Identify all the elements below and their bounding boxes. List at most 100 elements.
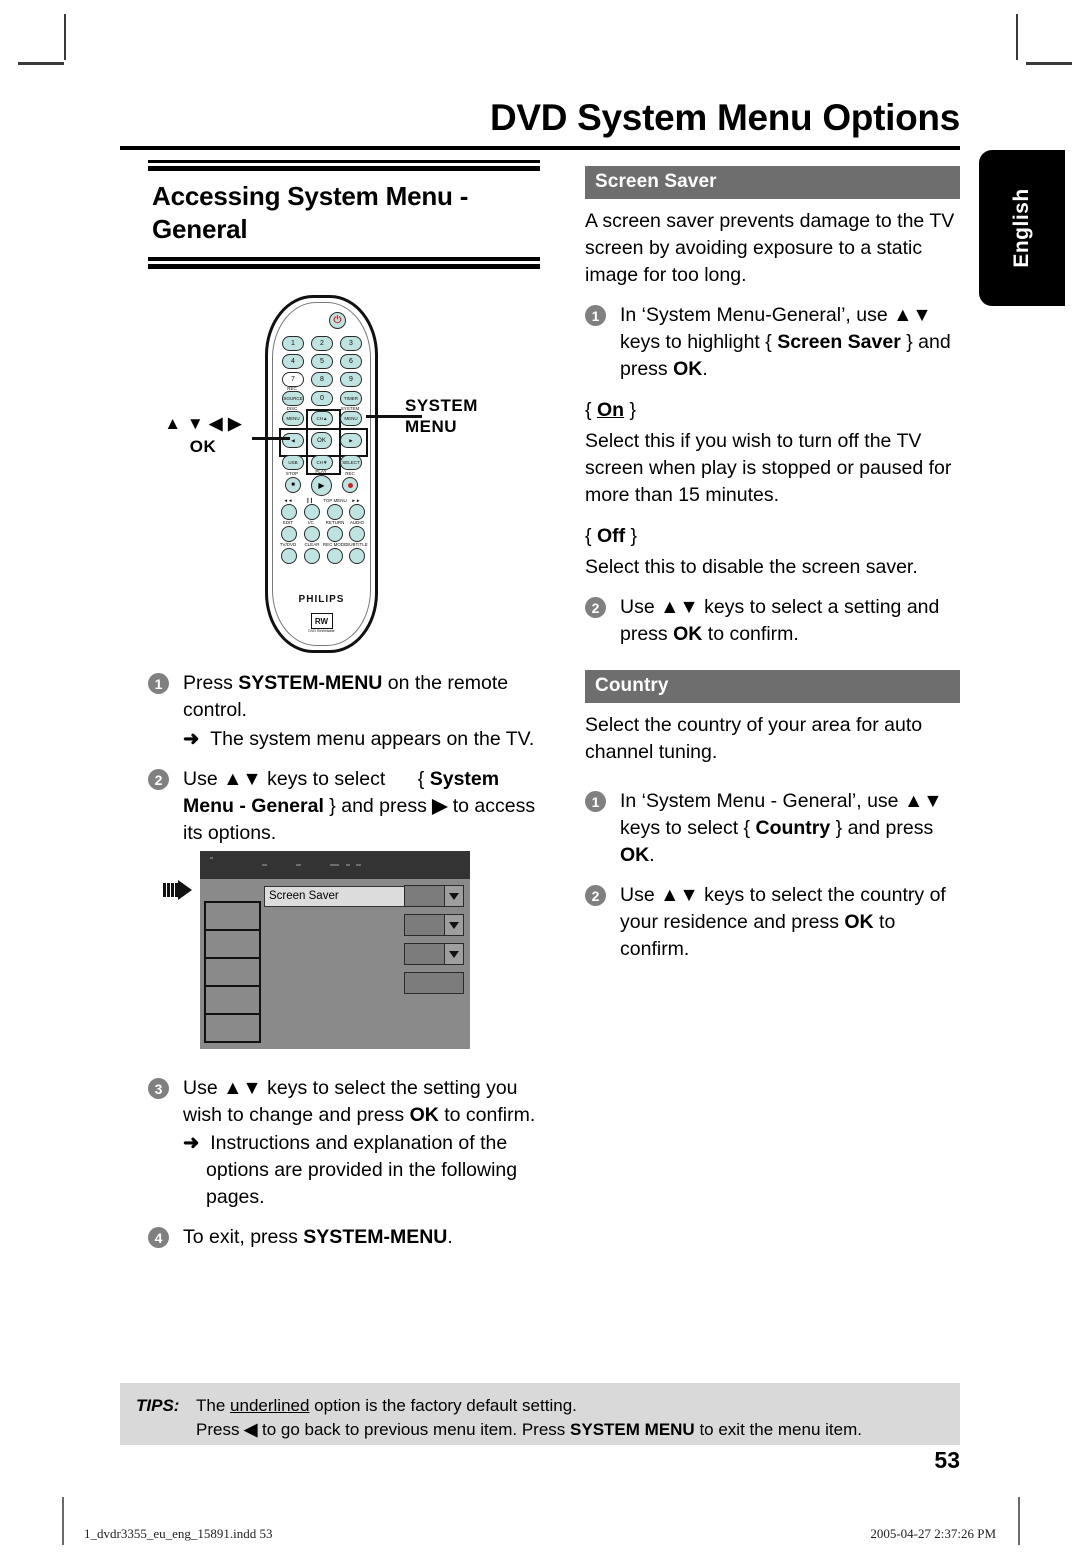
- step-2-number: 2: [148, 769, 169, 790]
- remote-key-right: ▶: [340, 433, 362, 448]
- tv-menu-field-4: [404, 972, 464, 994]
- callout-ok-label: OK: [189, 437, 217, 456]
- remote-key-9: 9: [340, 372, 362, 387]
- tv-menu-dropdown-2: [404, 914, 464, 936]
- step-2: 2 Use ▲▼ keys to select { System Menu - …: [148, 766, 540, 847]
- country-step-2: 2 Use ▲▼ keys to select the country of y…: [585, 882, 960, 963]
- remote-key-6: 6: [340, 354, 362, 369]
- step-4-text: To exit, press SYSTEM-MENU.: [183, 1226, 453, 1248]
- tv-menu-dropdown-1: [404, 885, 464, 907]
- brand-logo: PHILIPS: [298, 594, 345, 605]
- edit-key-label: EDIT: [282, 520, 294, 525]
- audio-key-label: AUDIO: [349, 520, 365, 525]
- remote-key-select: SELECT: [340, 455, 362, 470]
- screen-saver-step-1-number: 1: [585, 305, 606, 326]
- tv-menu-titlebar: [200, 851, 470, 879]
- dvd-rw-logo-sublabel: DVD ReWritable: [308, 629, 335, 633]
- tips-line-2: Press ◀ to go back to previous menu item…: [196, 1420, 862, 1439]
- remote-key-3: 3: [340, 336, 362, 351]
- screen-saver-option-on-label: { On }: [585, 399, 636, 421]
- screen-saver-step-2: 2 Use ▲▼ keys to select a setting and pr…: [585, 594, 960, 648]
- remote-key-play: ▶: [311, 475, 332, 496]
- manual-page: DVD System Menu Options English Accessin…: [0, 0, 1080, 1558]
- rec-key-label: REC: [345, 471, 355, 476]
- remote-key-subtitle: [349, 548, 365, 564]
- remote-key-return: [327, 526, 343, 542]
- tv-menu-sidebar-item-5: [204, 1013, 261, 1043]
- top-menu-key-label: TOP MENU: [323, 498, 347, 503]
- tv-menu-highlighted-row: Screen Saver: [264, 886, 418, 907]
- remote-key-ic: [304, 526, 320, 542]
- tvdvd-key-label: TV/DVD: [279, 542, 297, 547]
- crop-mark-top-right-vertical: [1016, 14, 1018, 60]
- tips-box: TIPS: The underlined option is the facto…: [120, 1383, 960, 1445]
- screen-saver-option-off-desc: Select this to disable the screen saver.: [585, 556, 918, 578]
- remote-key-source: SOURCE: [282, 391, 304, 406]
- left-steps-upper: 1 Press SYSTEM-MENU on the remote contro…: [148, 657, 540, 847]
- clear-key-label: CLEAR: [304, 542, 320, 547]
- remote-key-ch-down: CH▼: [311, 455, 333, 470]
- chevron-down-icon: [444, 944, 463, 964]
- footer-timestamp: 2005-04-27 2:37:26 PM: [870, 1526, 996, 1541]
- screen-saver-step-1: 1 In ‘System Menu-General’, use ▲▼ keys …: [585, 302, 960, 383]
- footer-rule-left: [62, 1497, 64, 1545]
- arrow-icon: ➜: [183, 728, 200, 750]
- country-intro: Select the country of your area for auto…: [585, 714, 923, 763]
- tips-line-1: The underlined option is the factory def…: [196, 1396, 577, 1415]
- remote-key-5: 5: [311, 354, 333, 369]
- tv-menu-sidebar-item-1: [204, 901, 261, 931]
- page-title: DVD System Menu Options: [489, 97, 960, 138]
- footer-filename: 1_dvdr3355_eu_eng_15891.indd 53: [84, 1526, 273, 1541]
- remote-key-top-menu: [327, 504, 343, 520]
- step-3: 3 Use ▲▼ keys to select the setting you …: [148, 1075, 540, 1211]
- step-1-text: Press SYSTEM-MENU on the remote control.: [183, 672, 509, 721]
- step-3-text: Use ▲▼ keys to select the setting you wi…: [183, 1077, 536, 1126]
- step-4-number: 4: [148, 1227, 169, 1248]
- remote-key-8: 8: [311, 372, 333, 387]
- country-step-1-text: In ‘System Menu - General’, use ▲▼ keys …: [620, 790, 943, 866]
- section-bar-screen-saver: Screen Saver: [585, 166, 960, 199]
- remote-key-4: 4: [282, 354, 304, 369]
- remote-key-rec-mode: [327, 548, 343, 564]
- heading-rule-top: [148, 160, 540, 171]
- subtitle-key-label: SUBTITLE: [346, 542, 368, 547]
- tv-menu-sidebar-item-2: [204, 929, 261, 959]
- crop-mark-top-right-horizontal: [1026, 62, 1072, 65]
- tv-menu-sidebar-item-3: [204, 957, 261, 987]
- section-heading: Accessing System Menu - General: [152, 181, 469, 245]
- country-step-1-number: 1: [585, 791, 606, 812]
- remote-key-1: 1: [282, 336, 304, 351]
- callout-nav-keys-label: ▲ ▼ ◀ ▶: [164, 414, 242, 433]
- remote-key-next: [349, 504, 365, 520]
- ic-key-label: I/C: [308, 520, 314, 525]
- screen-saver-step-1-text: In ‘System Menu-General’, use ▲▼ keys to…: [620, 304, 951, 380]
- remote-key-0: 0: [311, 391, 333, 406]
- pointer-arrow-icon: [163, 880, 197, 900]
- step-2-text: Use ▲▼ keys to select { System Menu - Ge…: [183, 768, 536, 844]
- remote-key-record: [342, 477, 358, 493]
- callout-system-label: SYSTEM: [405, 396, 478, 415]
- step-4: 4 To exit, press SYSTEM-MENU.: [148, 1224, 540, 1251]
- remote-key-timer: TIMER: [340, 391, 362, 406]
- remote-key-tvdvd: [281, 548, 297, 564]
- remote-key-stop: ■: [285, 477, 301, 493]
- remote-key-2: 2: [311, 336, 333, 351]
- remote-key-ok: OK: [311, 432, 332, 449]
- section-bar-country: Country: [585, 670, 960, 703]
- remote-key-clear: [304, 548, 320, 564]
- chevron-down-icon: [444, 915, 463, 935]
- screen-saver-option-off-label: { Off }: [585, 525, 638, 547]
- language-tab: English: [979, 150, 1065, 306]
- crop-mark-top-left-vertical: [64, 14, 66, 60]
- remote-key-7: 7: [282, 372, 304, 387]
- remote-key-audio: [349, 526, 365, 542]
- play-key-label: PLAY: [315, 469, 327, 474]
- step-1: 1 Press SYSTEM-MENU on the remote contro…: [148, 670, 540, 753]
- remote-key-ch-up: CH▲: [311, 411, 333, 426]
- tv-menu-sidebar-item-4: [204, 985, 261, 1015]
- next-key-label: ►►: [351, 498, 361, 503]
- step-3-note: ➜ Instructions and explanation of the op…: [183, 1132, 518, 1208]
- remote-key-disc-menu: MENU: [282, 411, 304, 426]
- screen-saver-step-2-text: Use ▲▼ keys to select a setting and pres…: [620, 596, 940, 645]
- crop-mark-top-left-horizontal: [18, 62, 64, 65]
